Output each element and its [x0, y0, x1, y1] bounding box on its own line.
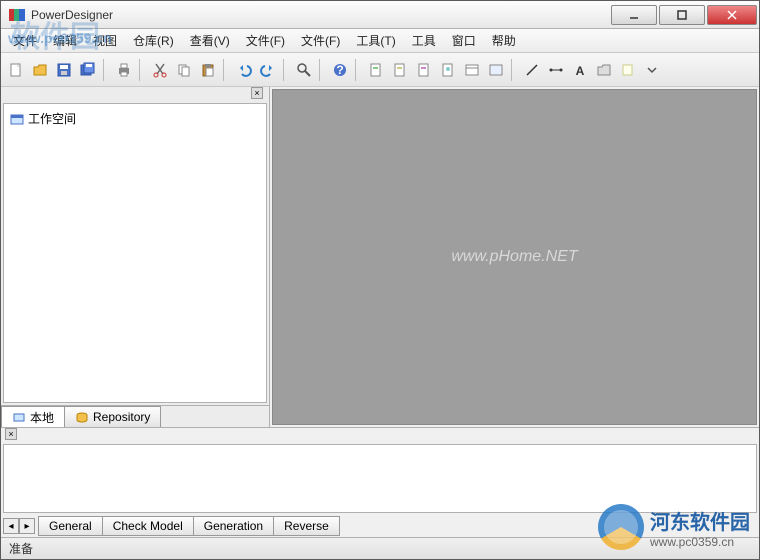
- properties2-icon[interactable]: [485, 59, 507, 81]
- save-icon[interactable]: [53, 59, 75, 81]
- tree-root-node[interactable]: 工作空间: [8, 108, 262, 129]
- browser-panel: × 工作空间 本地: [1, 87, 270, 427]
- newmodel4-icon[interactable]: [437, 59, 459, 81]
- svg-text:?: ?: [336, 63, 343, 77]
- tree-root-label: 工作空间: [28, 110, 76, 127]
- note-tool-icon[interactable]: [617, 59, 639, 81]
- canvas-watermark: www.pHome.NET: [451, 248, 577, 266]
- link-tool-icon[interactable]: [545, 59, 567, 81]
- menu-item-7[interactable]: 工具(T): [348, 29, 403, 52]
- menu-item-10[interactable]: 帮助: [484, 29, 524, 52]
- toolbar-separator: [223, 59, 229, 81]
- toolbar-separator: [319, 59, 325, 81]
- svg-text:A: A: [576, 64, 585, 78]
- menu-item-2[interactable]: 视图: [85, 29, 125, 52]
- copy-icon[interactable]: [173, 59, 195, 81]
- tab-scroll-left-icon[interactable]: ◂: [3, 518, 19, 534]
- menu-item-4[interactable]: 查看(V): [182, 29, 238, 52]
- newmodel3-icon[interactable]: [413, 59, 435, 81]
- work-area: × 工作空间 本地: [1, 87, 759, 537]
- newmodel-icon[interactable]: [365, 59, 387, 81]
- output-tab-check-model[interactable]: Check Model: [102, 516, 194, 536]
- toolbar-separator: [511, 59, 517, 81]
- tab-local-label: 本地: [30, 409, 54, 426]
- maximize-button[interactable]: [659, 5, 705, 25]
- tab-scroll-right-icon[interactable]: ▸: [19, 518, 35, 534]
- output-header: ×: [1, 428, 759, 442]
- new-icon[interactable]: [5, 59, 27, 81]
- panel-header: ×: [1, 87, 269, 101]
- more-tool-icon[interactable]: [641, 59, 663, 81]
- window-title: PowerDesigner: [31, 8, 609, 22]
- diagram-canvas[interactable]: www.pHome.NET: [272, 89, 757, 425]
- toolbar: ? A: [1, 53, 759, 87]
- paste-icon[interactable]: [197, 59, 219, 81]
- app-window: PowerDesigner 文件编辑视图仓库(R)查看(V)文件(F)文件(F)…: [0, 0, 760, 560]
- menu-item-6[interactable]: 文件(F): [293, 29, 348, 52]
- toolbar-separator: [283, 59, 289, 81]
- open-icon[interactable]: [29, 59, 51, 81]
- print-icon[interactable]: [113, 59, 135, 81]
- app-icon: [9, 9, 25, 21]
- tab-repository-label: Repository: [93, 410, 150, 424]
- panel-close-icon[interactable]: ×: [251, 87, 263, 99]
- menu-item-0[interactable]: 文件: [5, 29, 45, 52]
- browser-tree[interactable]: 工作空间: [3, 103, 267, 403]
- close-button[interactable]: [707, 5, 757, 25]
- output-tab-generation[interactable]: Generation: [193, 516, 274, 536]
- saveall-icon[interactable]: [77, 59, 99, 81]
- output-close-icon[interactable]: ×: [5, 428, 17, 440]
- tab-repository[interactable]: Repository: [64, 406, 161, 427]
- text-tool-icon[interactable]: A: [569, 59, 591, 81]
- status-text: 准备: [9, 540, 33, 557]
- newmodel2-icon[interactable]: [389, 59, 411, 81]
- undo-icon[interactable]: [233, 59, 255, 81]
- toolbar-separator: [103, 59, 109, 81]
- repository-icon: [75, 411, 89, 423]
- cut-icon[interactable]: [149, 59, 171, 81]
- title-bar: PowerDesigner: [1, 1, 759, 29]
- upper-pane: × 工作空间 本地: [1, 87, 759, 427]
- workspace-icon: [10, 113, 24, 125]
- tab-local[interactable]: 本地: [1, 406, 65, 427]
- menu-item-9[interactable]: 窗口: [444, 29, 484, 52]
- minimize-button[interactable]: [611, 5, 657, 25]
- menu-item-3[interactable]: 仓库(R): [125, 29, 182, 52]
- line-tool-icon[interactable]: [521, 59, 543, 81]
- output-text[interactable]: [3, 444, 757, 513]
- output-panel: × ◂ ▸ GeneralCheck ModelGenerationRevers…: [1, 427, 759, 537]
- output-tab-reverse[interactable]: Reverse: [273, 516, 340, 536]
- folder-tool-icon[interactable]: [593, 59, 615, 81]
- output-tab-general[interactable]: General: [38, 516, 103, 536]
- menu-item-5[interactable]: 文件(F): [238, 29, 293, 52]
- status-bar: 准备: [1, 537, 759, 559]
- local-icon: [12, 411, 26, 423]
- menu-item-8[interactable]: 工具: [404, 29, 444, 52]
- menu-item-1[interactable]: 编辑: [45, 29, 85, 52]
- toolbar-separator: [139, 59, 145, 81]
- properties-icon[interactable]: [461, 59, 483, 81]
- find-icon[interactable]: [293, 59, 315, 81]
- redo-icon[interactable]: [257, 59, 279, 81]
- output-tabs: ◂ ▸ GeneralCheck ModelGenerationReverse: [1, 515, 759, 537]
- menu-bar: 文件编辑视图仓库(R)查看(V)文件(F)文件(F)工具(T)工具窗口帮助: [1, 29, 759, 53]
- browser-tabs: 本地 Repository: [1, 405, 269, 427]
- toolbar-separator: [355, 59, 361, 81]
- help-icon[interactable]: ?: [329, 59, 351, 81]
